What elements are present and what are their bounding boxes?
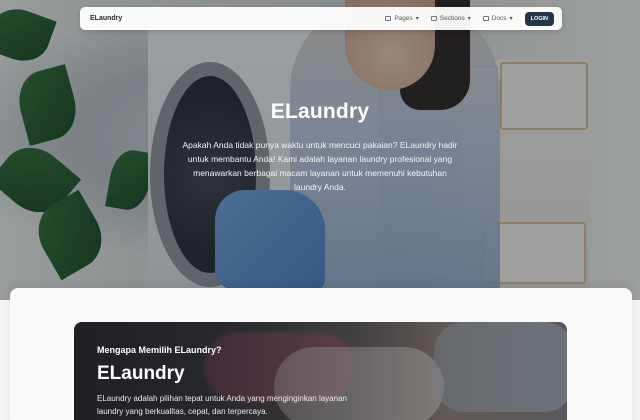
login-button[interactable]: LOGIN: [524, 11, 554, 26]
chevron-down-icon: ▾: [509, 16, 513, 22]
sections-icon: [430, 16, 437, 21]
chevron-down-icon: ▾: [467, 16, 471, 22]
hero-description: Apakah Anda tidak punya waktu untuk menc…: [182, 140, 458, 192]
docs-icon: [482, 16, 489, 21]
chevron-down-icon: ▾: [415, 16, 419, 22]
nav-item-label: Docs: [491, 15, 507, 22]
nav-item-label: Pages: [394, 15, 413, 22]
navbar: ELaundry Pages ▾ Sections ▾ Docs ▾ LOGIN: [80, 7, 562, 30]
nav-item-docs[interactable]: Docs ▾: [482, 15, 513, 22]
pages-icon: [385, 16, 392, 21]
feature-description: ELaundry adalah pilihan tepat untuk Anda…: [97, 394, 347, 416]
nav-item-sections[interactable]: Sections ▾: [430, 15, 471, 22]
nav-item-pages[interactable]: Pages ▾: [385, 15, 419, 22]
hero-title: ELaundry: [270, 100, 370, 123]
feature-kicker: Mengapa Memilih ELaundry?: [97, 345, 222, 355]
nav-item-label: Sections: [439, 15, 465, 22]
feature-title: ELaundry: [97, 363, 185, 384]
brand-logo[interactable]: ELaundry: [90, 15, 122, 22]
